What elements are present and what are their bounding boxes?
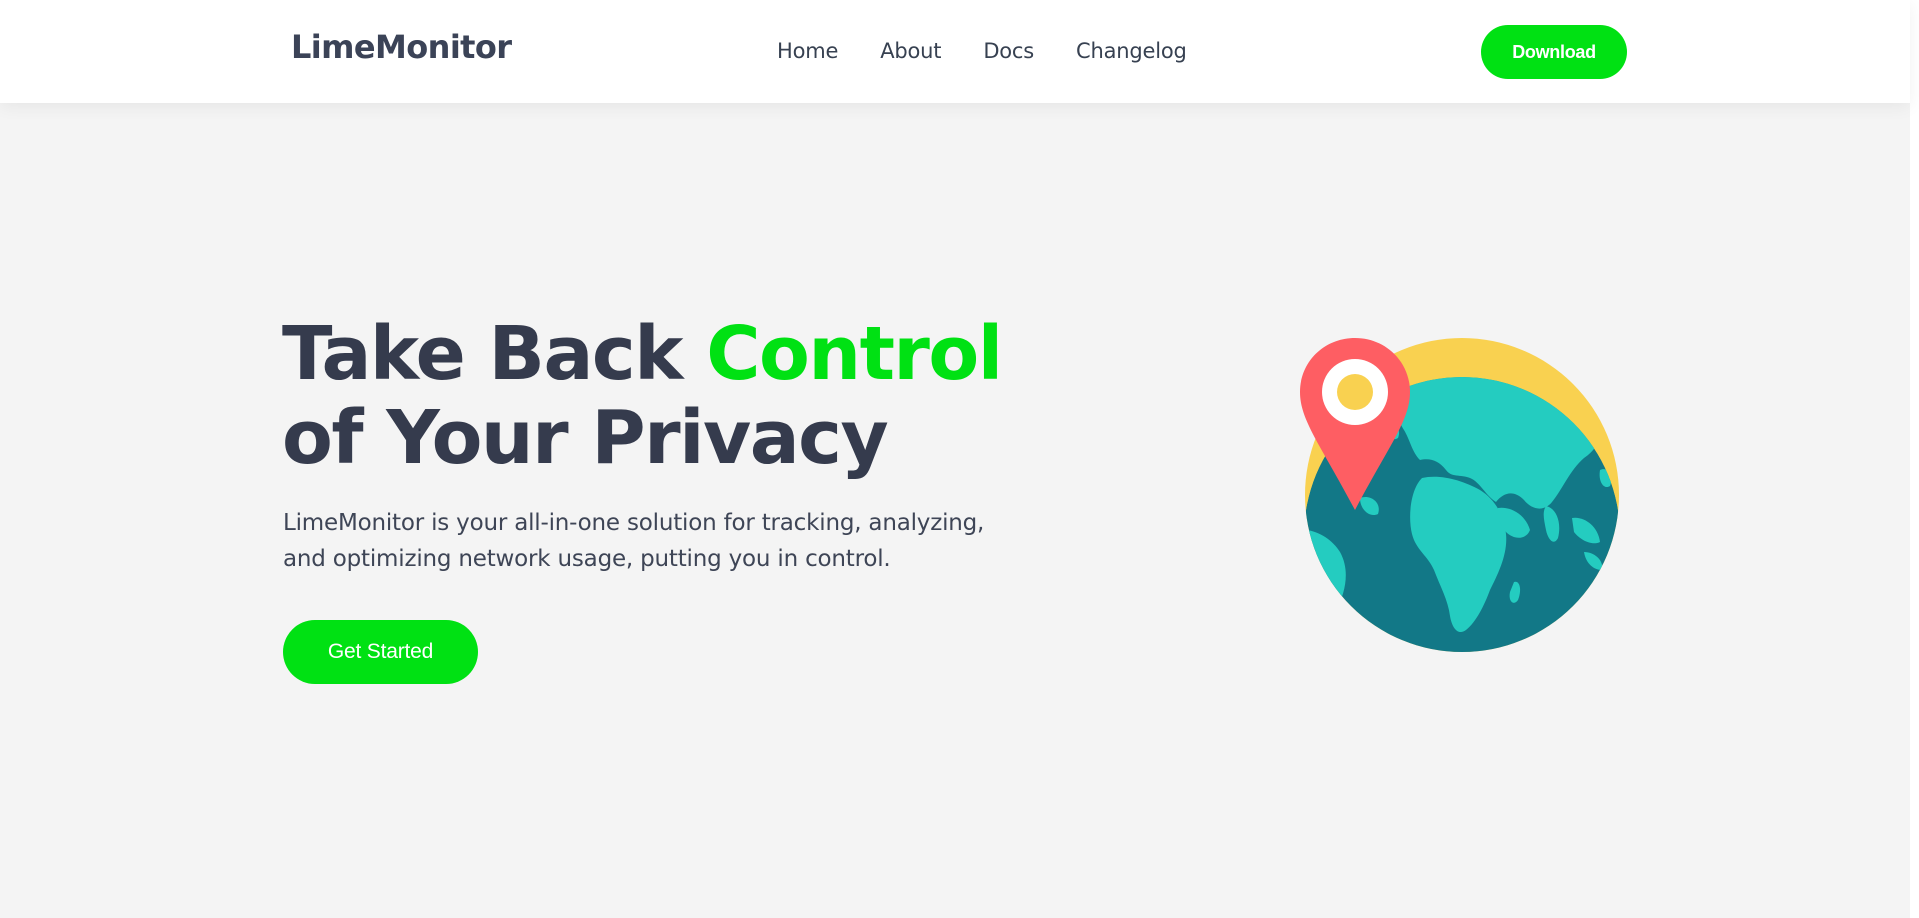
scrollbar[interactable] (1910, 0, 1919, 918)
hero-title-part1: Take Back (282, 311, 707, 397)
globe-illustration (1300, 338, 1619, 652)
hero-subtitle-line1: LimeMonitor is your all-in-one solution … (283, 510, 985, 536)
download-button[interactable]: Download (1481, 25, 1627, 79)
hero-title: Take Back Control of Your Privacy (282, 311, 1003, 481)
hero-subtitle: LimeMonitor is your all-in-one solution … (283, 505, 1043, 577)
hero-title-line2: of Your Privacy (282, 395, 889, 481)
page: LimeMonitor Home About Docs Changelog Do… (0, 0, 1919, 918)
nav-home-link[interactable]: Home (777, 39, 838, 63)
get-started-button[interactable]: Get Started (283, 620, 478, 684)
main-nav: Home About Docs Changelog (777, 39, 1187, 63)
logo[interactable]: LimeMonitor (291, 28, 512, 66)
site-header: LimeMonitor Home About Docs Changelog Do… (0, 0, 1910, 103)
hero-subtitle-line2: and optimizing network usage, putting yo… (283, 546, 891, 572)
nav-about-link[interactable]: About (880, 39, 941, 63)
nav-changelog-link[interactable]: Changelog (1076, 39, 1187, 63)
hero-title-accent: Control (706, 311, 1003, 397)
nav-docs-link[interactable]: Docs (983, 39, 1034, 63)
